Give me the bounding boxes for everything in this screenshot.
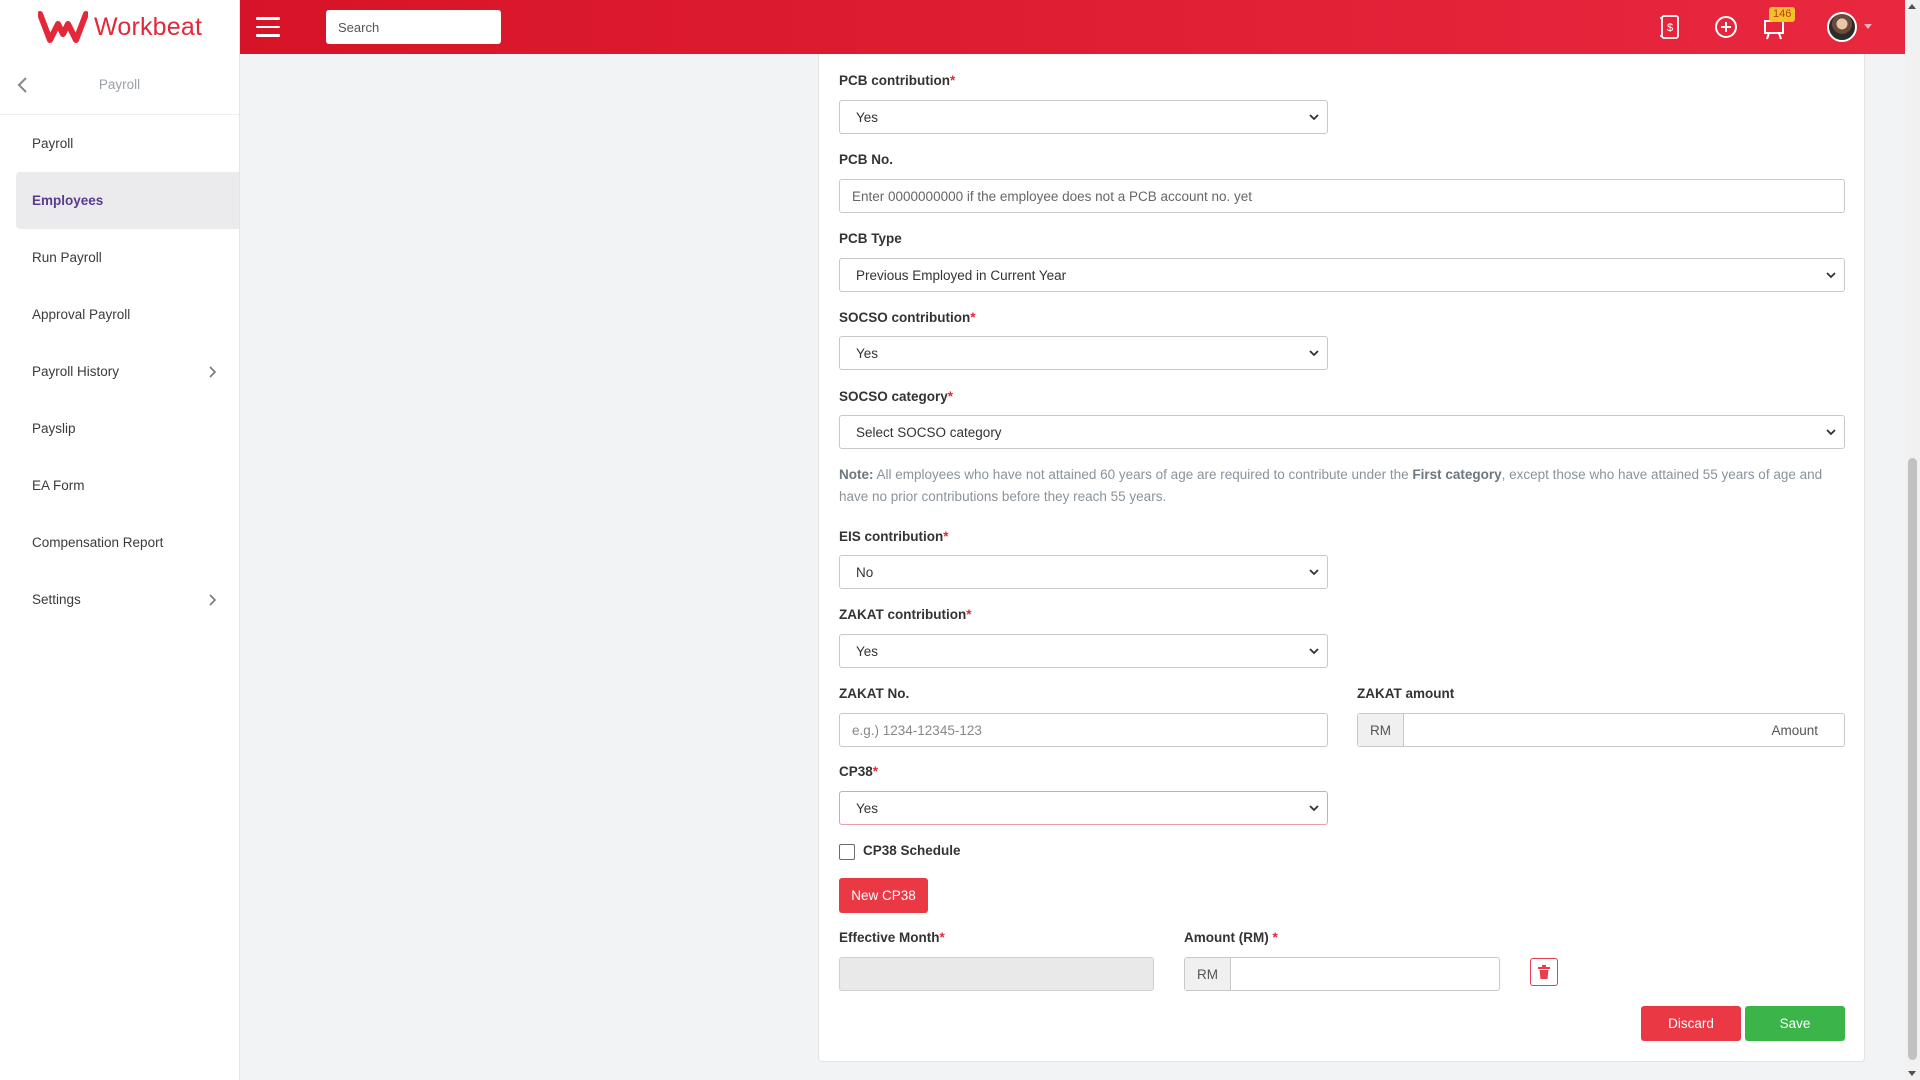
chevron-down-icon bbox=[1309, 648, 1319, 655]
search-input[interactable] bbox=[326, 10, 501, 44]
workbeat-logo-icon bbox=[38, 11, 88, 43]
sidebar-item-label: Payroll History bbox=[32, 364, 120, 379]
zakat-contribution-label: ZAKAT contribution* bbox=[839, 607, 972, 622]
pcb-contribution-select[interactable]: Yes bbox=[839, 100, 1328, 134]
pcb-no-label: PCB No. bbox=[839, 152, 893, 167]
zakat-no-label: ZAKAT No. bbox=[839, 686, 910, 701]
sidebar-item-approval-payroll[interactable]: Approval Payroll bbox=[0, 286, 239, 343]
sidebar-item-payroll[interactable]: Payroll bbox=[0, 115, 239, 172]
sidebar-item-employees[interactable]: Employees bbox=[16, 172, 239, 229]
chevron-down-icon bbox=[1309, 114, 1319, 121]
new-cp38-button[interactable]: New CP38 bbox=[839, 878, 928, 913]
eis-contribution-label: EIS contribution* bbox=[839, 529, 949, 544]
pcb-type-label: PCB Type bbox=[839, 231, 902, 246]
zakat-contribution-select[interactable]: Yes bbox=[839, 634, 1328, 668]
save-button[interactable]: Save bbox=[1745, 1006, 1845, 1041]
add-circle-icon[interactable] bbox=[1712, 13, 1740, 41]
cp38-amount-input[interactable] bbox=[1231, 958, 1499, 990]
cp38-schedule-label: CP38 Schedule bbox=[863, 843, 961, 858]
avatar[interactable] bbox=[1827, 12, 1857, 42]
hamburger-menu-icon[interactable] bbox=[256, 17, 280, 37]
zakat-amount-field: RM Amount bbox=[1357, 713, 1845, 747]
chevron-left-icon[interactable] bbox=[16, 76, 30, 94]
page-scrollbar[interactable] bbox=[1905, 0, 1920, 1080]
chevron-down-icon bbox=[1309, 350, 1319, 357]
sidebar-item-payroll-history[interactable]: Payroll History bbox=[0, 343, 239, 400]
cp38-label: CP38* bbox=[839, 764, 879, 779]
socso-category-note: Note: All employees who have not attaine… bbox=[839, 467, 1823, 504]
scroll-thumb[interactable] bbox=[1908, 458, 1917, 1060]
currency-prefix: RM bbox=[1358, 714, 1404, 746]
socso-contribution-label: SOCSO contribution* bbox=[839, 310, 976, 325]
chevron-down-icon bbox=[1309, 805, 1319, 812]
sidebar-item-ea-form[interactable]: EA Form bbox=[0, 457, 239, 514]
zakat-amount-label: ZAKAT amount bbox=[1357, 686, 1455, 701]
trash-icon bbox=[1538, 965, 1550, 979]
chevron-down-icon bbox=[1309, 569, 1319, 576]
sidebar-item-payslip[interactable]: Payslip bbox=[0, 400, 239, 457]
amount-rm-label: Amount (RM) * bbox=[1184, 930, 1278, 945]
sidebar-header: Payroll bbox=[0, 54, 239, 115]
sidebar-item-label: Settings bbox=[32, 592, 81, 607]
eis-contribution-select[interactable]: No bbox=[839, 555, 1328, 589]
sidebar: Workbeat Payroll Payroll Employees Run P… bbox=[0, 0, 240, 1080]
scroll-down-arrow-icon[interactable] bbox=[1908, 1071, 1916, 1076]
chevron-down-icon[interactable] bbox=[1864, 24, 1872, 29]
zakat-amount-input[interactable]: Amount bbox=[1404, 714, 1844, 746]
chevron-right-icon bbox=[209, 594, 217, 606]
chevron-down-icon bbox=[1826, 429, 1836, 436]
effective-month-label: Effective Month* bbox=[839, 930, 945, 945]
cp38-amount-field: RM bbox=[1184, 957, 1500, 991]
delete-cp38-button[interactable] bbox=[1530, 958, 1558, 986]
zakat-no-input[interactable]: e.g.) 1234-12345-123 bbox=[839, 713, 1328, 747]
notification-badge: 146 bbox=[1769, 7, 1796, 22]
chevron-right-icon bbox=[209, 366, 217, 378]
sidebar-item-settings[interactable]: Settings bbox=[0, 571, 239, 628]
sidebar-item-run-payroll[interactable]: Run Payroll bbox=[0, 229, 239, 286]
top-bar: $ 146 bbox=[240, 0, 1905, 54]
sidebar-item-compensation-report[interactable]: Compensation Report bbox=[0, 514, 239, 571]
discard-button[interactable]: Discard bbox=[1641, 1006, 1741, 1041]
cp38-schedule-checkbox[interactable] bbox=[839, 844, 855, 860]
cp38-select[interactable]: Yes bbox=[839, 791, 1328, 825]
pcb-no-input[interactable]: Enter 0000000000 if the employee does no… bbox=[839, 179, 1845, 213]
socso-contribution-select[interactable]: Yes bbox=[839, 336, 1328, 370]
chevron-down-icon bbox=[1826, 272, 1836, 279]
socso-category-select[interactable]: Select SOCSO category bbox=[839, 415, 1845, 449]
invoice-icon[interactable]: $ bbox=[1656, 13, 1684, 41]
pcb-type-select[interactable]: Previous Employed in Current Year bbox=[839, 258, 1845, 292]
brand-name: Workbeat bbox=[94, 12, 203, 41]
effective-month-input[interactable] bbox=[839, 957, 1154, 991]
socso-category-label: SOCSO category* bbox=[839, 389, 954, 404]
scroll-up-arrow-icon[interactable] bbox=[1908, 4, 1916, 9]
currency-prefix: RM bbox=[1185, 958, 1231, 990]
pcb-contribution-label: PCB contribution* bbox=[839, 73, 956, 88]
sidebar-section-title: Payroll bbox=[98, 76, 141, 92]
logo[interactable]: Workbeat bbox=[0, 0, 239, 54]
svg-text:$: $ bbox=[1667, 22, 1673, 34]
